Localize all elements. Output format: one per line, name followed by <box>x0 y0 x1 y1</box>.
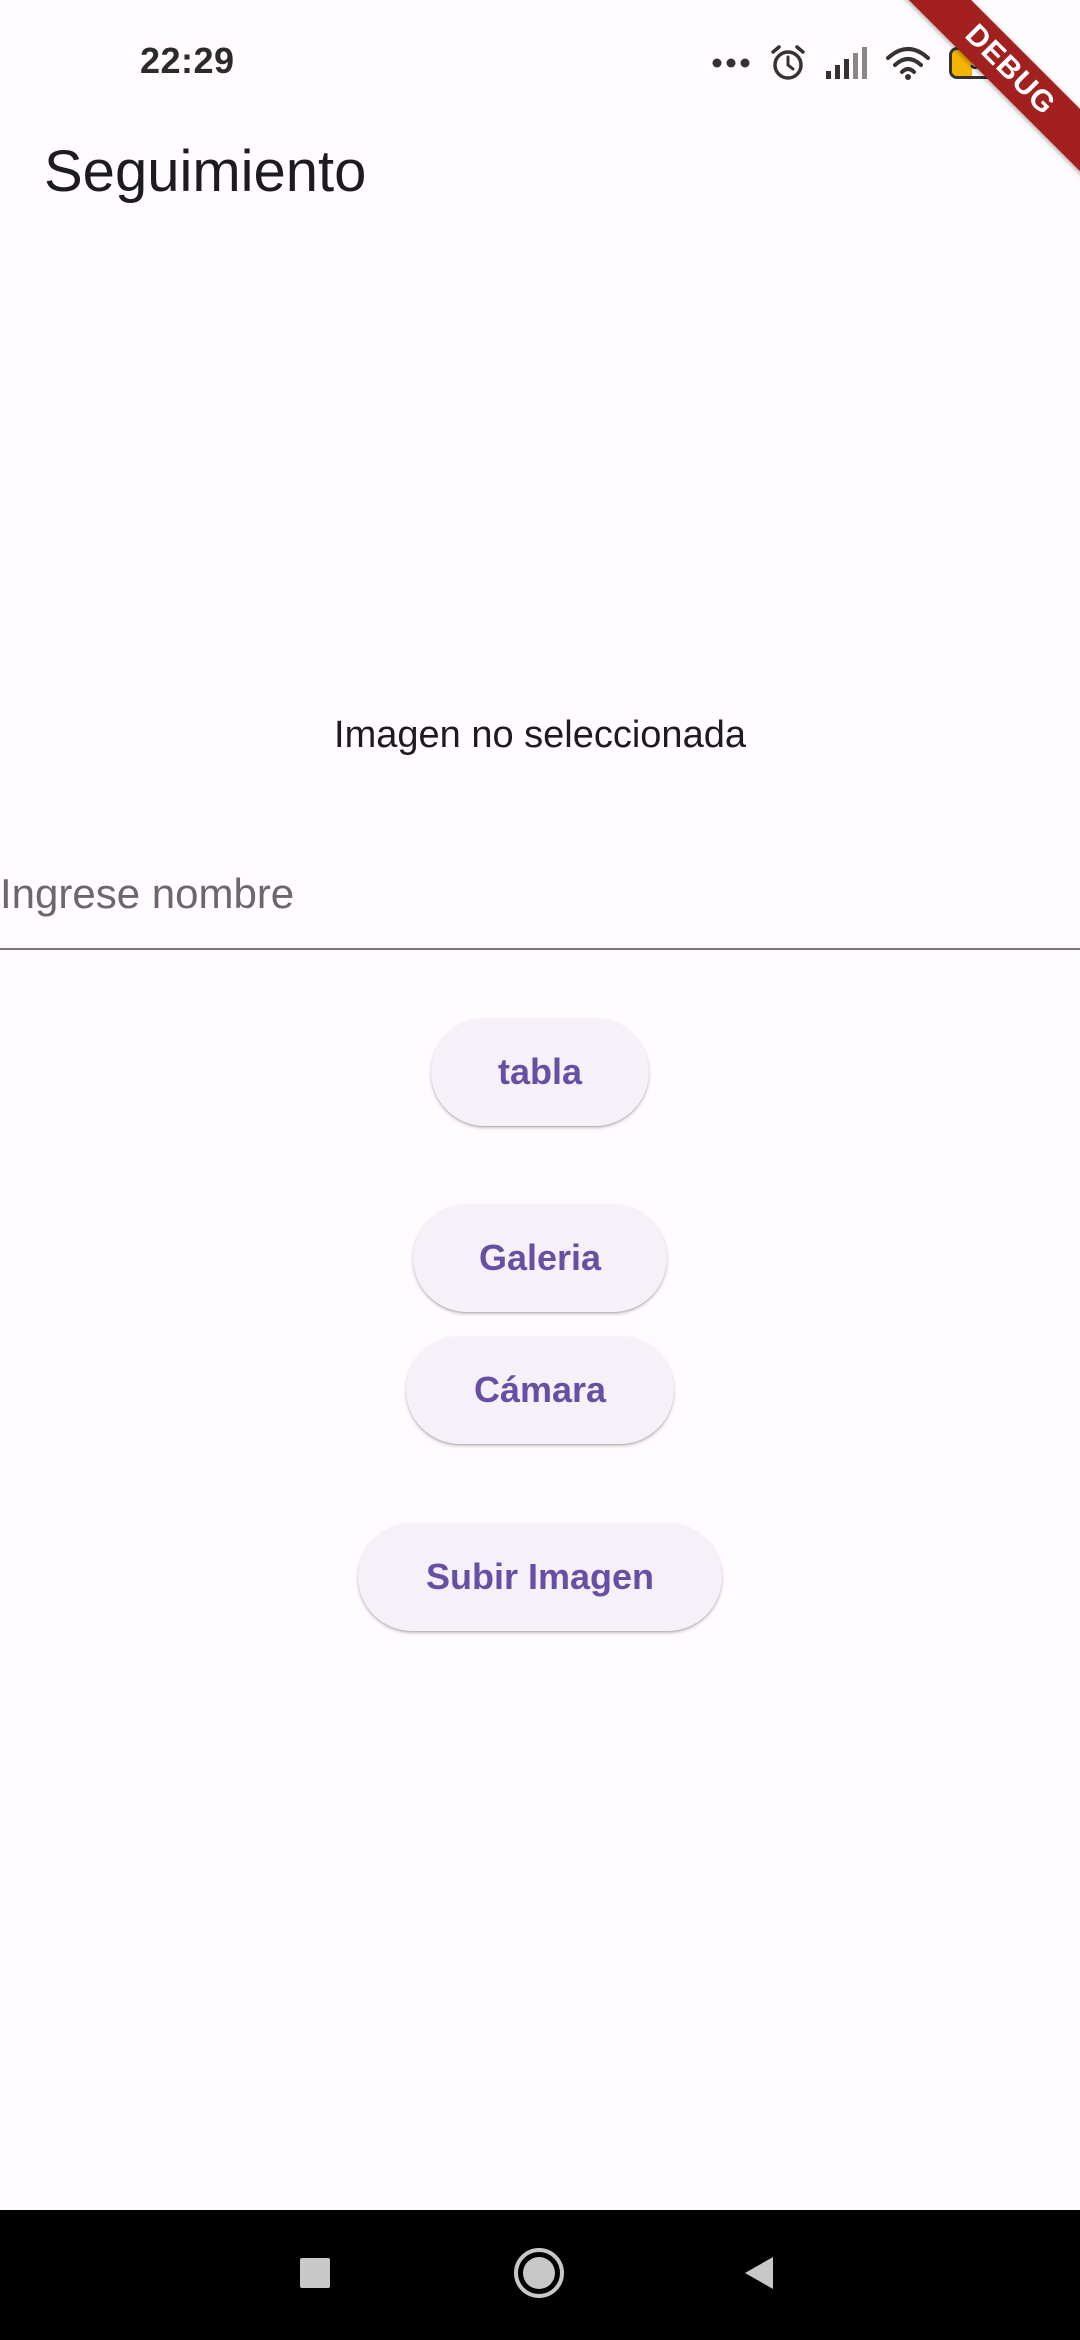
back-triangle-icon <box>739 2253 779 2298</box>
gallery-button[interactable]: Galeria <box>413 1204 667 1312</box>
wifi-icon <box>885 46 931 80</box>
app-screen: 22:29 DEBUG Seguimiento Imagen no selecc… <box>0 0 1080 2340</box>
page-title: Seguimiento <box>44 139 367 204</box>
tabla-button[interactable]: tabla <box>431 1018 649 1126</box>
no-image-text: Imagen no seleccionada <box>334 714 746 756</box>
alarm-icon <box>769 44 807 82</box>
home-circle-icon <box>511 2245 567 2306</box>
back-button[interactable] <box>724 2240 794 2310</box>
recents-button[interactable] <box>280 2240 350 2310</box>
navigation-bar <box>0 2210 1080 2340</box>
status-bar: 22:29 <box>0 0 1080 126</box>
more-dots-icon <box>711 57 751 69</box>
camera-button[interactable]: Cámara <box>406 1336 674 1444</box>
signal-icon <box>825 47 867 79</box>
status-time: 22:29 <box>140 40 235 81</box>
home-button[interactable] <box>504 2240 574 2310</box>
upload-image-button[interactable]: Subir Imagen <box>358 1523 722 1631</box>
name-input[interactable] <box>0 840 1080 950</box>
recents-square-icon <box>298 2256 332 2295</box>
